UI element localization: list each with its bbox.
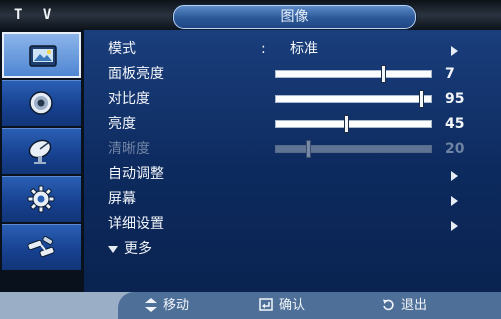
detail-settings-label: 详细设置: [108, 216, 164, 232]
return-icon: [383, 299, 394, 311]
contrast-slider[interactable]: [275, 90, 432, 108]
picture-icon: [29, 45, 57, 67]
contrast-label: 对比度: [108, 91, 150, 107]
sidebar-item-setup[interactable]: [2, 176, 81, 222]
sidebar-item-picture[interactable]: [2, 32, 81, 78]
chevron-right-icon: [451, 171, 458, 181]
sidebar-item-input[interactable]: [2, 224, 81, 270]
chevron-right-icon: [451, 46, 458, 56]
hint-confirm-label: 确认: [279, 298, 306, 313]
auto-adjust-label: 自动调整: [108, 166, 164, 182]
sharpness-slider: [275, 140, 432, 158]
footer-hint-panel: 移动 确认 退出: [118, 292, 501, 319]
enter-icon: [259, 298, 273, 311]
sidebar: [0, 30, 84, 292]
hint-move-label: 移动: [163, 298, 190, 313]
satellite-dish-icon: [28, 139, 52, 164]
header-bar: T V 图像: [0, 0, 501, 30]
contrast-slider-thumb[interactable]: [419, 90, 424, 108]
mode-colon: :: [261, 41, 266, 57]
gear-icon: [27, 185, 55, 213]
tv-osd-window: T V 图像 模式: 标准 面板亮度 7 对比度 95 亮度 45 清晰度 2…: [0, 0, 501, 319]
backlight-value: 7: [445, 66, 455, 82]
backlight-slider[interactable]: [275, 65, 432, 83]
brightness-slider-thumb[interactable]: [344, 115, 349, 133]
speaker-icon: [29, 91, 53, 115]
menu-row-sharpness: 清晰度 20: [84, 137, 501, 162]
backlight-label: 面板亮度: [108, 66, 164, 82]
chevron-right-icon: [451, 196, 458, 206]
sidebar-item-channel[interactable]: [2, 128, 81, 174]
menu-row-brightness[interactable]: 亮度 45: [84, 112, 501, 137]
up-down-arrows-icon: [145, 297, 157, 312]
menu-row-backlight[interactable]: 面板亮度 7: [84, 62, 501, 87]
menu-row-contrast[interactable]: 对比度 95: [84, 87, 501, 112]
more-label: 更多: [124, 241, 152, 257]
menu-row-detail-settings[interactable]: 详细设置: [84, 212, 501, 237]
hint-confirm: 确认: [259, 292, 305, 319]
menu-row-more[interactable]: 更多: [84, 237, 501, 262]
mode-value: 标准: [290, 41, 318, 57]
sharpness-value: 20: [445, 141, 465, 157]
sharpness-slider-thumb: [306, 140, 311, 158]
input-plugs-icon: [27, 236, 55, 258]
mode-label: 模式: [108, 41, 136, 57]
brightness-label: 亮度: [108, 116, 136, 132]
backlight-slider-thumb[interactable]: [381, 65, 386, 83]
hint-exit: 退出: [382, 292, 427, 319]
hint-exit-label: 退出: [401, 298, 428, 313]
menu-title: 图像: [173, 5, 416, 29]
menu-row-auto-adjust[interactable]: 自动调整: [84, 162, 501, 187]
chevron-right-icon: [451, 221, 458, 231]
brightness-slider[interactable]: [275, 115, 432, 133]
sharpness-label: 清晰度: [108, 141, 150, 157]
hint-move: 移动: [145, 292, 189, 319]
picture-menu-panel: 模式 : 标准 面板亮度 7 对比度 95 亮度 45 清晰度 20 自动调整 …: [84, 30, 501, 292]
tv-label: T V: [14, 7, 58, 23]
sidebar-item-sound[interactable]: [2, 80, 81, 126]
contrast-value: 95: [445, 91, 465, 107]
brightness-value: 45: [445, 116, 465, 132]
chevron-down-icon: [108, 246, 118, 253]
menu-row-screen[interactable]: 屏幕: [84, 187, 501, 212]
screen-label: 屏幕: [108, 191, 136, 207]
footer-hint-bar: 移动 确认 退出: [0, 292, 501, 319]
menu-row-mode[interactable]: 模式 : 标准: [84, 37, 501, 62]
